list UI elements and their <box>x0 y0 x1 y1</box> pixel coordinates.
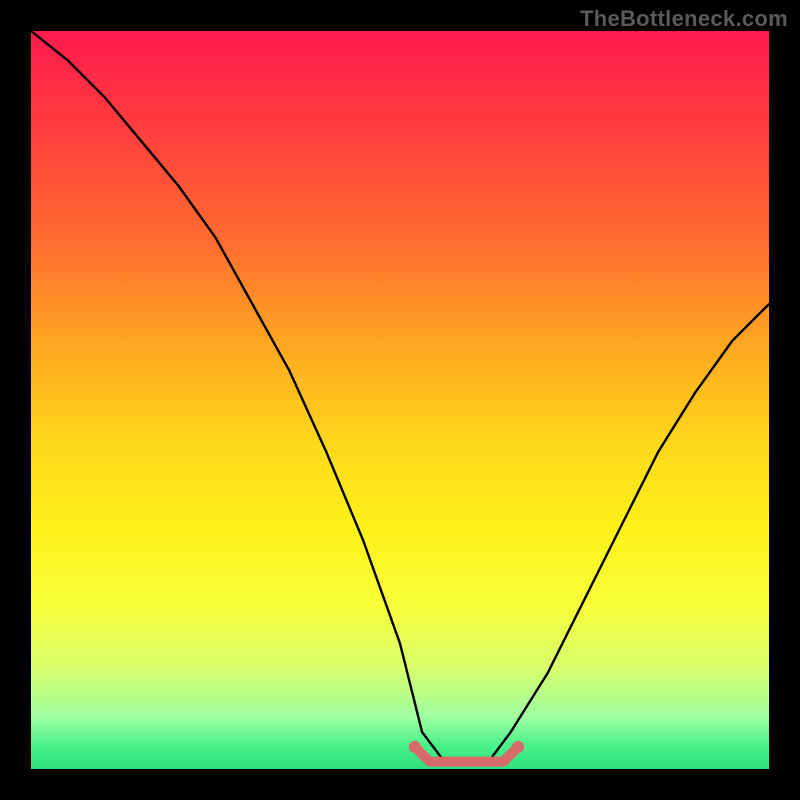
chart-svg <box>31 31 769 769</box>
chart-frame: TheBottleneck.com <box>0 0 800 800</box>
flat-marker-dot-left <box>409 741 421 753</box>
flat-marker-line <box>415 747 518 762</box>
chart-plot-area <box>31 31 769 769</box>
bottleneck-curve-line <box>31 31 769 762</box>
watermark-text: TheBottleneck.com <box>580 6 788 32</box>
flat-marker-dot-right <box>512 741 524 753</box>
